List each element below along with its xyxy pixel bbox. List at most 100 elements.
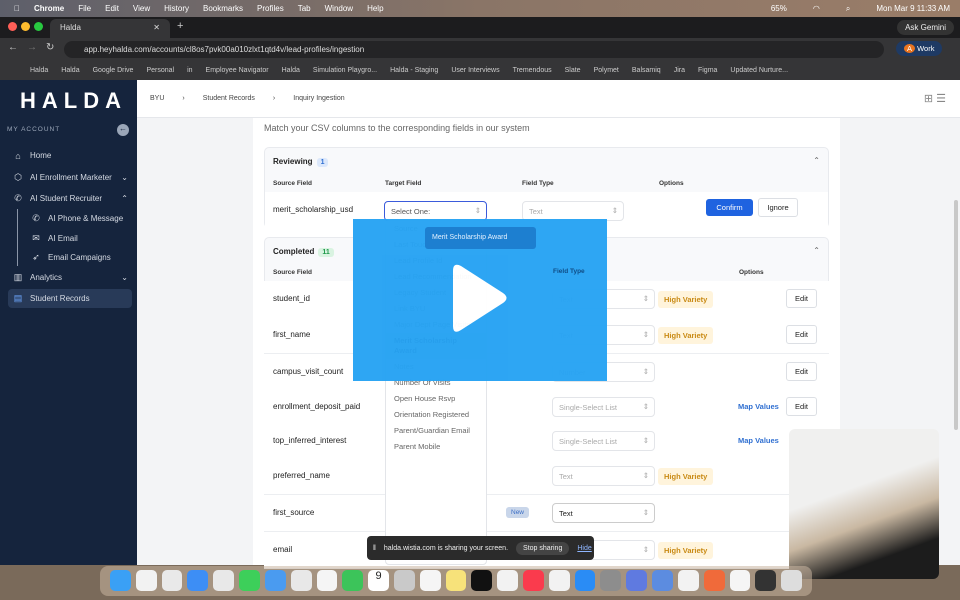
- breadcrumb-byu[interactable]: BYU: [150, 95, 164, 102]
- menu-view[interactable]: View: [133, 4, 150, 13]
- bookmark[interactable]: Balsamiq: [632, 67, 661, 74]
- battery-percent[interactable]: 65%: [771, 4, 787, 14]
- stop-sharing-button[interactable]: Stop sharing: [516, 541, 570, 555]
- dock-app-icon[interactable]: [445, 570, 467, 591]
- bookmark[interactable]: Halda - Staging: [390, 67, 438, 74]
- bookmark[interactable]: Figma: [698, 67, 717, 74]
- target-field-select[interactable]: Select One:: [384, 201, 487, 221]
- field-type-select[interactable]: Single-Select List: [552, 397, 655, 417]
- bookmark[interactable]: Tremendous: [513, 67, 552, 74]
- bookmark[interactable]: Simulation Playgro...: [313, 67, 377, 74]
- bookmark[interactable]: Personal: [146, 67, 174, 74]
- dock-app-icon[interactable]: [523, 570, 544, 591]
- bookmark[interactable]: Polymet: [594, 67, 619, 74]
- menu-file[interactable]: File: [78, 4, 91, 13]
- bookmark[interactable]: Updated Nurture...: [730, 67, 788, 74]
- dock-app-icon[interactable]: [316, 570, 338, 591]
- sidebar-item-email-campaigns[interactable]: ➶ Email Campaigns: [26, 248, 132, 267]
- menu-icon[interactable]: ⊞ ☰: [924, 92, 946, 105]
- collapse-icon[interactable]: ⌃: [813, 246, 820, 255]
- edit-button[interactable]: Edit: [786, 397, 817, 416]
- dock-app-icon[interactable]: [548, 570, 570, 591]
- dock-app-icon[interactable]: [135, 570, 157, 591]
- edit-button[interactable]: Edit: [786, 325, 817, 344]
- collapse-icon[interactable]: ⌃: [813, 156, 820, 165]
- minimize-window-button[interactable]: [21, 22, 30, 31]
- bookmark[interactable]: Employee Navigator: [206, 67, 269, 74]
- field-type-select[interactable]: Text: [552, 466, 655, 486]
- dock-app-icon[interactable]: [626, 570, 648, 591]
- dock-app-icon[interactable]: [393, 570, 415, 591]
- search-icon[interactable]: ⌕: [846, 4, 850, 14]
- clock[interactable]: Mon Mar 9 11:33 AM: [876, 4, 950, 14]
- dropdown-option[interactable]: Parent/Guardian Email: [386, 423, 486, 439]
- forward-icon[interactable]: →: [27, 42, 37, 53]
- bookmark[interactable]: User Interviews: [451, 67, 499, 74]
- bookmark[interactable]: Halda: [61, 67, 79, 74]
- zoom-window-button[interactable]: [34, 22, 43, 31]
- dock-app-icon[interactable]: [213, 570, 235, 591]
- back-icon[interactable]: ←: [8, 42, 18, 53]
- sidebar-item-ai-enrollment-marketer[interactable]: ⬡ AI Enrollment Marketer ⌄: [8, 168, 132, 187]
- browser-tab[interactable]: Halda ✕: [50, 19, 170, 38]
- profile-button[interactable]: A Work: [896, 41, 943, 56]
- menu-history[interactable]: History: [164, 4, 189, 13]
- dock-app-icon[interactable]: [497, 570, 518, 591]
- scrollbar[interactable]: [954, 200, 958, 430]
- bookmark[interactable]: Halda: [282, 67, 300, 74]
- dock-app-icon[interactable]: [290, 570, 312, 591]
- menu-profiles[interactable]: Profiles: [257, 4, 284, 13]
- reload-icon[interactable]: ↻: [46, 42, 54, 53]
- menu-edit[interactable]: Edit: [105, 4, 119, 13]
- dock-app-icon[interactable]: [161, 570, 183, 591]
- url-input[interactable]: app.heyhalda.com/accounts/cl8os7pvk00a01…: [64, 41, 884, 58]
- dropdown-option[interactable]: Orientation Registered: [386, 407, 486, 423]
- dock-app-icon[interactable]: [419, 570, 441, 591]
- bookmark[interactable]: in: [187, 67, 192, 74]
- field-type-select[interactable]: Text: [522, 201, 624, 221]
- field-type-select[interactable]: Text: [552, 503, 655, 523]
- sidebar-item-analytics[interactable]: ▥ Analytics ⌄: [8, 268, 132, 287]
- map-values-link[interactable]: Map Values: [738, 402, 779, 411]
- bookmark[interactable]: Google Drive: [93, 67, 134, 74]
- dock-app-icon[interactable]: [677, 570, 699, 591]
- dock-app-icon[interactable]: [755, 570, 777, 591]
- dock-app-icon[interactable]: [574, 570, 596, 591]
- apple-icon[interactable]: : [14, 4, 20, 13]
- dock-app-icon[interactable]: [187, 570, 209, 591]
- dock-app-icon[interactable]: [110, 570, 131, 591]
- menu-tab[interactable]: Tab: [298, 4, 311, 13]
- menu-help[interactable]: Help: [367, 4, 383, 13]
- dock-app-icon[interactable]: [729, 570, 751, 591]
- close-window-button[interactable]: [8, 22, 17, 31]
- dock-app-icon[interactable]: [652, 570, 673, 591]
- new-tab-button[interactable]: +: [177, 20, 183, 32]
- sidebar-item-ai-email[interactable]: ✉ AI Email: [26, 229, 132, 248]
- dock-app-icon[interactable]: [600, 570, 622, 591]
- bookmark[interactable]: Slate: [565, 67, 581, 74]
- ignore-button[interactable]: Ignore: [758, 198, 798, 217]
- edit-button[interactable]: Edit: [786, 289, 817, 308]
- sidebar-item-ai-phone-message[interactable]: ✆ AI Phone & Message: [26, 209, 132, 228]
- edit-button[interactable]: Edit: [786, 362, 817, 381]
- menu-window[interactable]: Window: [325, 4, 353, 13]
- menu-app[interactable]: Chrome: [34, 4, 64, 13]
- bookmark[interactable]: Halda: [30, 67, 48, 74]
- hide-button[interactable]: Hide: [577, 545, 591, 552]
- dock-app-icon[interactable]: [264, 570, 286, 591]
- dock-app-icon[interactable]: [471, 570, 493, 591]
- sidebar-item-home[interactable]: ⌂ Home: [8, 146, 132, 165]
- halda-logo[interactable]: HALDA: [20, 88, 127, 114]
- menu-bookmarks[interactable]: Bookmarks: [203, 4, 243, 13]
- confirm-button[interactable]: Confirm: [706, 199, 753, 216]
- calendar-app-icon[interactable]: 9: [368, 570, 389, 591]
- sidebar-item-ai-student-recruiter[interactable]: ✆ AI Student Recruiter ⌃: [8, 189, 132, 208]
- breadcrumb-student-records[interactable]: Student Records: [203, 95, 255, 102]
- dropdown-option[interactable]: Open House Rsvp: [386, 391, 486, 407]
- dock-app-icon[interactable]: [703, 570, 725, 591]
- sidebar-item-student-records[interactable]: ▤ Student Records: [8, 289, 132, 308]
- dock-app-icon[interactable]: [342, 570, 364, 591]
- dropdown-option[interactable]: Parent Mobile: [386, 439, 486, 455]
- dock-app-icon[interactable]: [781, 570, 802, 591]
- field-type-select[interactable]: Single-Select List: [552, 431, 655, 451]
